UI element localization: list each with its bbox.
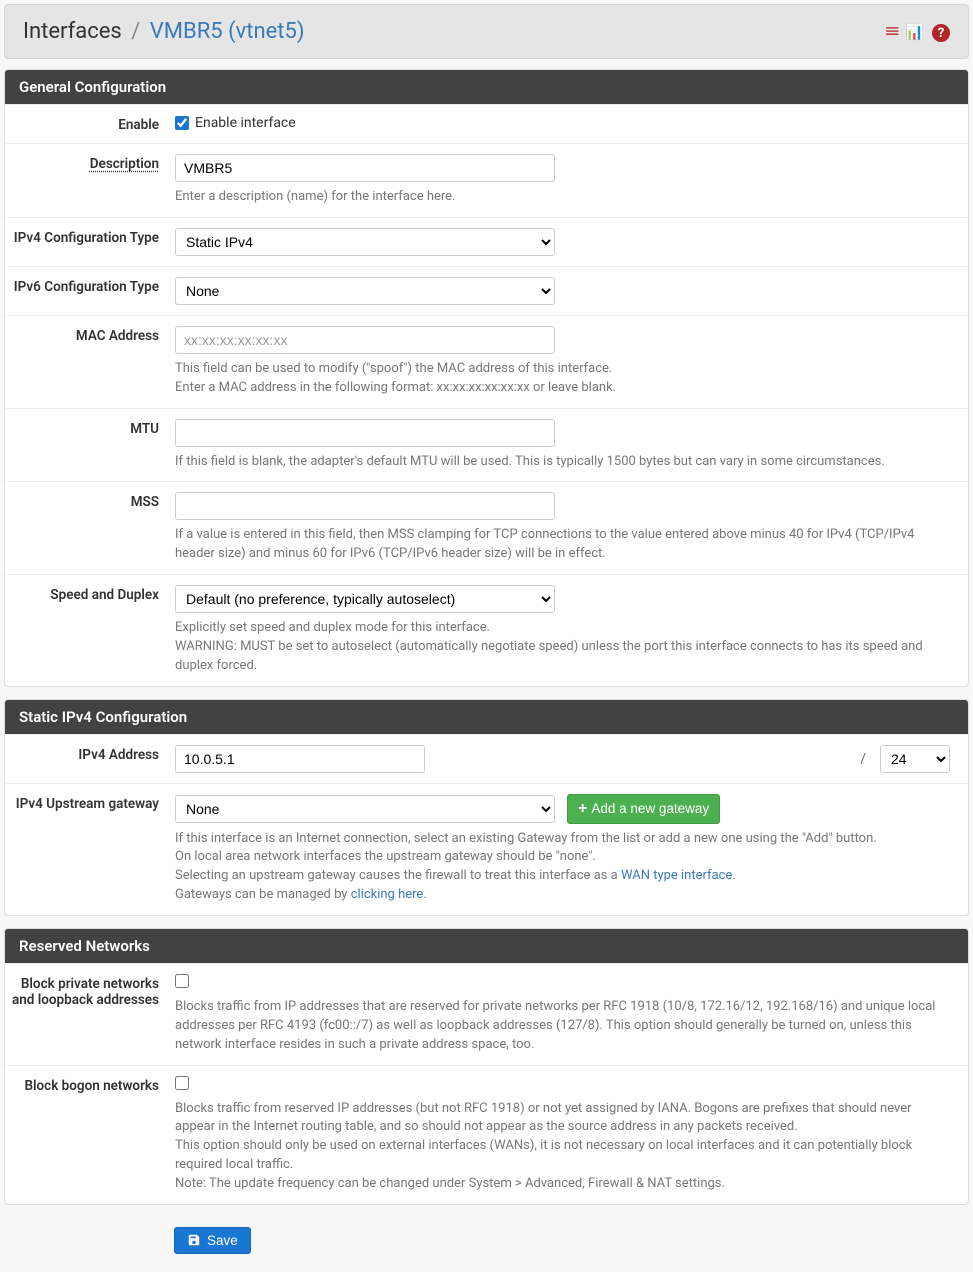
breadcrumb-root[interactable]: Interfaces [23,19,122,44]
help-gateway2: On local area network interfaces the ups… [175,848,950,867]
help-blockbogon3: Note: The update frequency can be change… [175,1175,950,1194]
label-blockbogon: Block bogon networks [5,1076,175,1194]
row-enable: Enable Enable interface [5,104,968,143]
row-mac: MAC Address This field can be used to mo… [5,315,968,408]
panel-heading-staticv4: Static IPv4 Configuration [5,700,968,734]
row-speed: Speed and Duplex Default (no preference,… [5,574,968,686]
label-blockpriv: Block private networks and loopback addr… [5,974,175,1055]
breadcrumb-current[interactable]: VMBR5 (vtnet5) [150,19,305,44]
label-mtu: MTU [5,419,175,472]
input-ipv4addr[interactable] [175,745,425,773]
add-gateway-button[interactable]: + Add a new gateway [567,794,720,824]
help-blockbogon2: This option should only be used on exter… [175,1137,950,1175]
help-mac1: This field can be used to modify ("spoof… [175,360,950,379]
sliders-icon[interactable] [887,21,898,42]
chart-icon[interactable] [905,21,924,42]
select-ipv4type[interactable]: Static IPv4 [175,228,555,256]
help-icon[interactable] [932,21,950,43]
label-ipv4type: IPv4 Configuration Type [5,228,175,256]
manage-gateways-link[interactable]: clicking here [351,887,424,902]
plus-icon: + [578,800,587,818]
save-button[interactable]: Save [174,1227,251,1254]
input-description[interactable] [175,154,555,182]
save-label: Save [207,1233,238,1248]
row-mtu: MTU If this field is blank, the adapter'… [5,408,968,482]
label-enable: Enable [5,115,175,133]
row-mss: MSS If a value is entered in this field,… [5,481,968,574]
panel-heading-general: General Configuration [5,70,968,104]
help-gateway3: Selecting an upstream gateway causes the… [175,867,950,886]
header-icons [887,21,950,43]
help-gateway4: Gateways can be managed by clicking here… [175,886,950,905]
row-description: Description Enter a description (name) f… [5,143,968,217]
general-configuration-panel: General Configuration Enable Enable inte… [4,69,969,687]
help-gateway1: If this interface is an Internet connect… [175,830,950,849]
cidr-separator: / [860,751,866,767]
save-icon [187,1233,201,1247]
label-ipv4addr: IPv4 Address [5,745,175,773]
row-gateway: IPv4 Upstream gateway None + Add a new g… [5,783,968,915]
wan-type-link[interactable]: WAN type interface [621,868,732,883]
checkbox-enable-interface[interactable] [175,116,189,130]
help-mss: If a value is entered in this field, the… [175,526,950,564]
save-row: Save [4,1217,973,1272]
checkbox-blockbogon[interactable] [175,1076,189,1090]
label-description: Description [5,154,175,207]
page-header: Interfaces / VMBR5 (vtnet5) [4,4,969,59]
checkbox-enable-label: Enable interface [195,115,296,131]
reserved-networks-panel: Reserved Networks Block private networks… [4,928,969,1205]
label-mac: MAC Address [5,326,175,398]
input-mtu[interactable] [175,419,555,447]
breadcrumb: Interfaces / VMBR5 (vtnet5) [23,19,305,44]
select-speed[interactable]: Default (no preference, typically autose… [175,585,555,613]
input-mss[interactable] [175,492,555,520]
help-mac2: Enter a MAC address in the following for… [175,379,950,398]
help-mtu: If this field is blank, the adapter's de… [175,453,950,472]
label-gateway: IPv4 Upstream gateway [5,794,175,905]
help-speed1: Explicitly set speed and duplex mode for… [175,619,950,638]
label-speed: Speed and Duplex [5,585,175,676]
select-gateway[interactable]: None [175,795,555,823]
row-ipv4addr: IPv4 Address / 24 [5,734,968,783]
help-blockbogon1: Blocks traffic from reserved IP addresse… [175,1100,950,1138]
help-description: Enter a description (name) for the inter… [175,188,950,207]
panel-heading-reserved: Reserved Networks [5,929,968,963]
help-speed2: WARNING: MUST be set to autoselect (auto… [175,638,950,676]
add-gateway-label: Add a new gateway [591,801,709,816]
select-ipv4cidr[interactable]: 24 [880,745,950,773]
static-ipv4-panel: Static IPv4 Configuration IPv4 Address /… [4,699,969,916]
row-blockbogon: Block bogon networks Blocks traffic from… [5,1065,968,1204]
label-ipv6type: IPv6 Configuration Type [5,277,175,305]
breadcrumb-separator: / [131,19,140,44]
help-blockpriv: Blocks traffic from IP addresses that ar… [175,998,950,1055]
row-ipv4type: IPv4 Configuration Type Static IPv4 [5,217,968,266]
select-ipv6type[interactable]: None [175,277,555,305]
row-blockpriv: Block private networks and loopback addr… [5,963,968,1065]
input-mac[interactable] [175,326,555,354]
label-mss: MSS [5,492,175,564]
row-ipv6type: IPv6 Configuration Type None [5,266,968,315]
checkbox-blockpriv[interactable] [175,974,189,988]
